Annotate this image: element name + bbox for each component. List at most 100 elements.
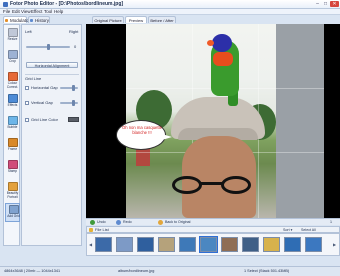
tool-label: Frame [7,147,18,151]
glasses-bridge [200,182,222,185]
thumb-next-button[interactable]: ▶ [333,242,337,247]
tool-label: Resize [7,37,18,41]
tab-before-after[interactable]: Before / After [148,16,176,23]
menu-tool[interactable]: Tool [44,9,52,15]
tool-crop[interactable]: Crop [5,49,20,68]
tool-label: Effects [7,103,18,107]
tool-add-grid[interactable]: Add Grid [5,203,20,222]
menu-effect[interactable]: Effect [31,9,42,15]
tools-sidebar: Resize Crop Colour Correct. Effects Bubb… [3,24,20,246]
thumbnail[interactable] [179,237,196,252]
image-canvas[interactable]: Oh non ma casquette blanche !!! [86,24,340,218]
preview-edge-band [324,24,340,218]
redo-button[interactable]: Redo [123,220,132,225]
left-label: Left [25,29,32,34]
tool-label: Crop [9,59,16,63]
grid-icon [9,205,19,214]
effects-icon [8,94,18,103]
resize-icon [8,28,18,37]
tool-effects[interactable]: Effects [5,93,20,112]
tool-beautify-portrait[interactable]: Beautify Portrait [5,181,20,200]
undo-button[interactable]: Undo [97,220,106,225]
menu-edit[interactable]: Edit [12,9,20,15]
settings-panel: Left Right 0 Horizontal Alignment Grid L… [21,24,82,246]
redo-icon[interactable] [116,220,121,225]
preview-side-band [276,24,324,218]
parrot-head [212,34,232,52]
window-title: Fotor Photo Editor - [D:\Photos\bordline… [10,1,124,7]
close-button[interactable]: ✕ [330,1,339,7]
menu-file[interactable]: File [3,9,10,15]
thumbnail[interactable] [263,237,280,252]
color-correct-icon [8,72,18,81]
thumb-prev-button[interactable]: ◀ [89,242,93,247]
horizontal-gap-checkbox[interactable] [25,86,29,90]
menu-help[interactable]: Help [54,9,63,15]
tab-modulator-label: Modulator [10,18,31,23]
minimize-button[interactable]: – [314,1,321,7]
alignment-slider-thumb[interactable] [46,44,50,50]
tool-resize[interactable]: Resize [5,27,20,46]
tool-bubble[interactable]: Bubble [5,115,20,134]
vertical-gap-label: Vertical Gap [31,100,53,105]
back-to-original-button[interactable]: Back to Original [165,220,190,225]
tab-preview[interactable]: Preview [125,16,147,23]
status-image-info: 4864x3648 | 20mb — 1044x1341 [4,269,61,273]
frame-icon [8,138,18,147]
menu-bar: File Edit View Effect Tool Help [0,9,340,15]
status-selection: 1 Select (Stack 501.43MB) [244,269,290,273]
grid-color-swatch[interactable] [68,117,79,122]
parrot-chest [213,52,233,66]
thumbnail-selected[interactable] [199,236,218,253]
app-window: Fotor Photo Editor - [D:\Photos\bordline… [0,0,340,276]
folder-icon [89,228,93,232]
thumbnail[interactable] [284,237,301,252]
grid-color-checkbox[interactable] [25,118,29,122]
thumbnail[interactable] [137,237,154,252]
thumbnail[interactable] [221,237,238,252]
tab-original-picture[interactable]: Original Picture [92,16,124,23]
vertical-gap-slider-track[interactable] [60,102,78,104]
maximize-button[interactable]: □ [322,1,329,7]
grid-line-heading: Grid Line [25,76,42,81]
undo-icon[interactable] [90,220,95,225]
tool-frame[interactable]: Frame [5,137,20,156]
thumbnail[interactable] [242,237,259,252]
tab-history[interactable]: History [28,16,50,23]
menu-view[interactable]: View [21,9,31,15]
vertical-gap-checkbox[interactable] [25,101,29,105]
stamp-icon [8,160,18,169]
tool-label: Beautify Portrait [6,191,19,199]
status-file-path: album/bordlineum.jpg [118,269,155,273]
title-bar: Fotor Photo Editor - [D:\Photos\bordline… [0,0,340,9]
file-thumbnail-strip: ◀ ▶ [86,233,340,256]
speech-bubble-text[interactable]: Oh non ma casquette blanche !!! [121,125,163,135]
thumbnail[interactable] [95,237,112,252]
thumbnail[interactable] [116,237,133,252]
tool-label: Bubble [7,125,18,129]
divider [25,74,79,75]
beautify-icon [8,182,18,191]
tool-label: Stamp [7,169,18,173]
tool-color-correct[interactable]: Colour Correct. [5,71,20,90]
vertical-gap-slider-thumb[interactable] [72,100,75,106]
right-label: Right [69,29,79,34]
horizontal-gap-slider-thumb[interactable] [72,85,75,91]
back-to-original-icon[interactable] [158,220,163,225]
canvas-action-strip: Undo Redo Back to Original 1 [86,218,340,225]
alignment-value: 0 [74,44,77,49]
bubble-icon [8,116,18,125]
horizontal-gap-label: Horizontal Gap [31,85,58,90]
parrot-beak [207,40,214,46]
tab-modulator[interactable]: Modulator [3,16,31,23]
file-list-header: File List Sort ▾ Select All [86,226,340,233]
tool-label: Add Grid [7,214,20,218]
tool-label: Colour Correct. [6,81,19,89]
horizontal-gap-slider-track[interactable] [60,87,78,89]
horizontal-alignment-button[interactable]: Horizontal Alignment [26,62,78,68]
tool-stamp[interactable]: Stamp [5,159,20,178]
thumbnail[interactable] [305,237,322,252]
page-number: 1 [330,220,332,224]
thumbnail[interactable] [158,237,175,252]
grid-color-label: Grid Line Color [31,117,58,122]
